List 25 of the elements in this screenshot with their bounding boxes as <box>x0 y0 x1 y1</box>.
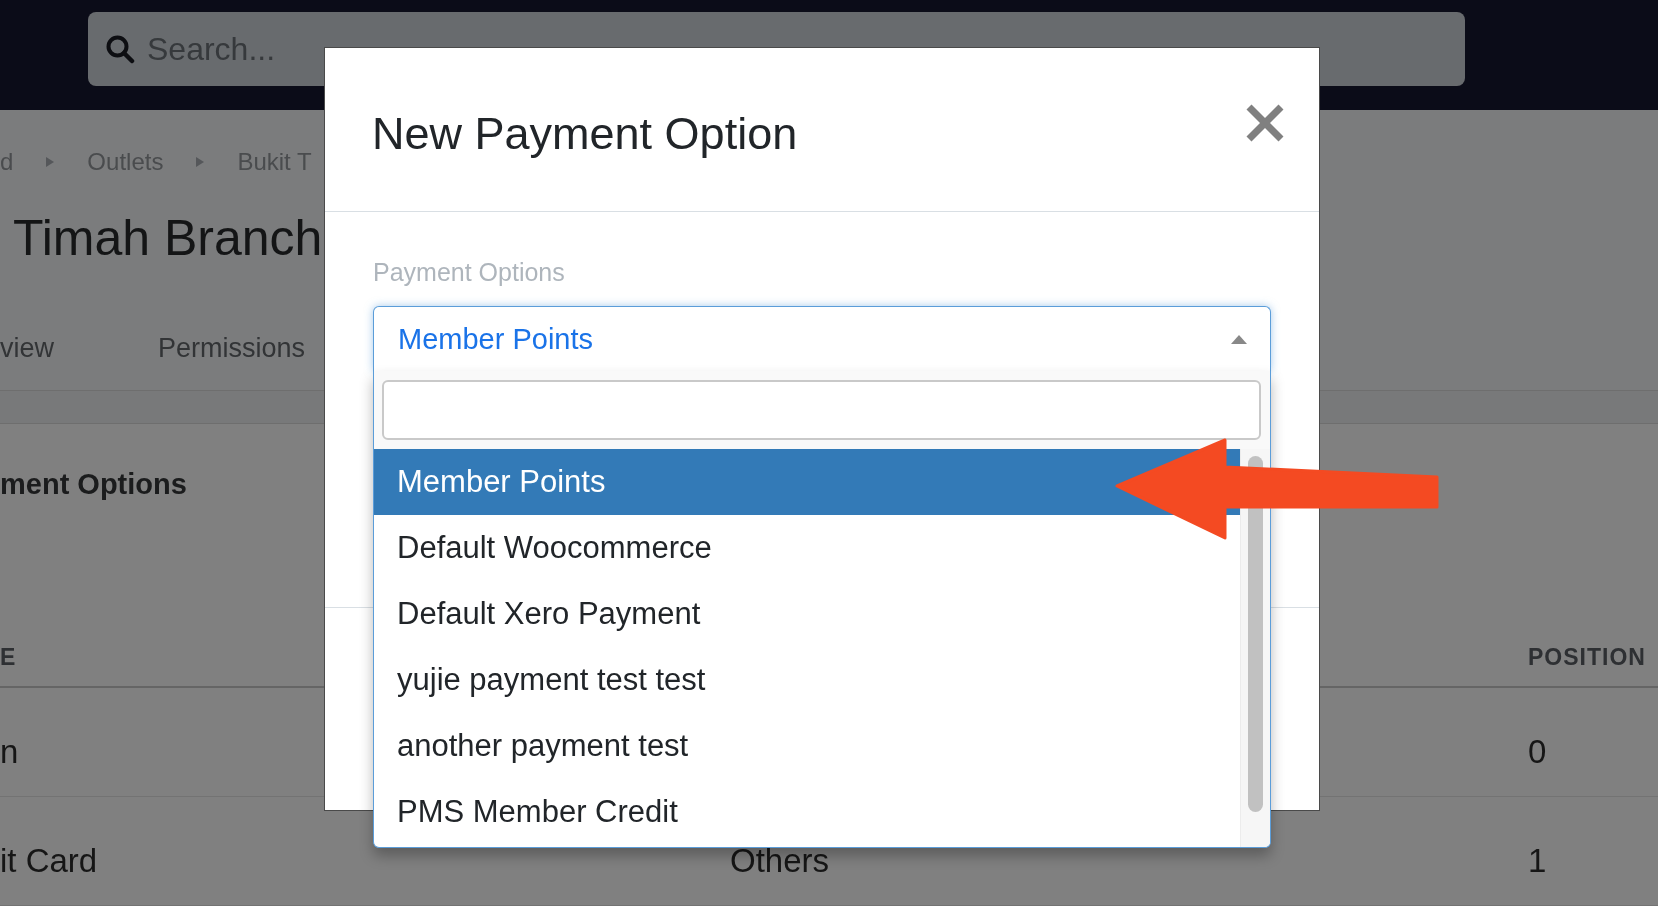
caret-icon <box>46 157 55 167</box>
column-header: E <box>0 643 17 672</box>
field-label: Payment Options <box>373 258 565 286</box>
modal-title: New Payment Option <box>372 107 798 161</box>
select-field[interactable]: Member Points <box>373 306 1271 371</box>
table-cell: Others <box>730 842 830 879</box>
tab[interactable]: view <box>0 328 54 368</box>
column-header: POSITION <box>1528 643 1646 672</box>
caret-icon <box>196 157 205 167</box>
table-cell: it Card <box>0 842 98 880</box>
table-cell: 1 <box>1528 842 1547 880</box>
dropdown-option[interactable]: another payment test <box>374 713 1240 779</box>
search-input[interactable] <box>382 380 1261 440</box>
tab[interactable]: Permissions <box>158 328 306 368</box>
dropdown-option[interactable]: yujie payment test test <box>374 647 1240 713</box>
close-icon <box>1245 103 1285 143</box>
table-cell: 0 <box>1528 733 1547 771</box>
table-cell: n <box>0 733 19 771</box>
dropdown-option[interactable]: Default Woocommerce <box>374 515 1240 581</box>
page-title: Timah Branch <box>13 209 323 268</box>
close-button[interactable] <box>1245 103 1285 143</box>
search-icon <box>105 34 135 64</box>
dropdown-option[interactable]: PMS Member Credit <box>374 779 1240 845</box>
dropdown-option[interactable]: Default Xero Payment <box>374 581 1240 647</box>
section-title: ment Options <box>0 467 187 502</box>
